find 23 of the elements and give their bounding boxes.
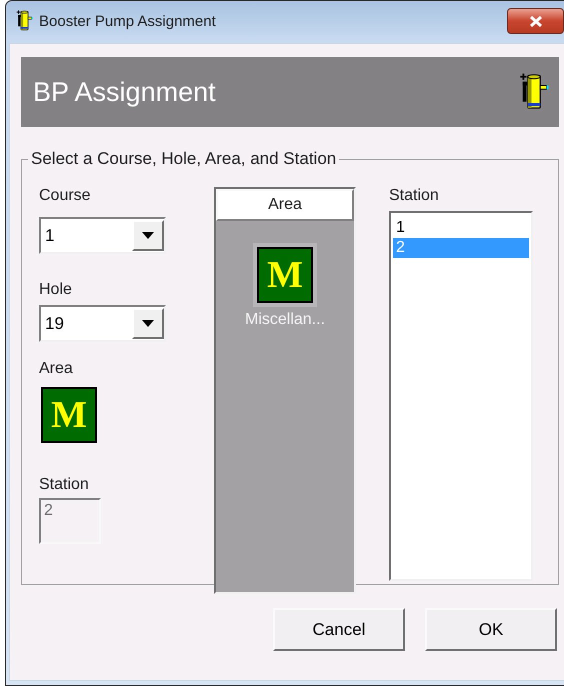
pump-icon xyxy=(16,10,33,32)
column-header: Area xyxy=(216,189,354,221)
dialog-button[interactable]: OK xyxy=(425,608,557,651)
dropdown-field[interactable]: 19 xyxy=(39,305,166,342)
area-badge: M xyxy=(257,247,313,303)
dialog-button[interactable]: Cancel xyxy=(273,608,405,651)
area-label: Area xyxy=(39,360,74,378)
station-field: 2 xyxy=(39,498,101,544)
area-badge: M xyxy=(41,387,97,443)
pump-icon xyxy=(519,73,549,111)
close-button[interactable] xyxy=(507,8,564,34)
station-label: Station xyxy=(39,476,90,494)
header-title: BP Assignment xyxy=(33,76,216,108)
close-icon xyxy=(528,14,544,28)
caret-icon xyxy=(142,320,154,327)
dropdown-field[interactable]: 1 xyxy=(39,217,166,254)
course-label: Course xyxy=(39,187,92,205)
list-item[interactable]: 1 xyxy=(393,218,529,238)
caret-icon xyxy=(142,232,154,239)
station-label: Station xyxy=(389,187,440,205)
window-title: Booster Pump Assignment xyxy=(39,12,217,30)
group-title: Select a Course, Hole, Area, and Station xyxy=(30,149,338,169)
hole-label: Hole xyxy=(39,281,73,299)
